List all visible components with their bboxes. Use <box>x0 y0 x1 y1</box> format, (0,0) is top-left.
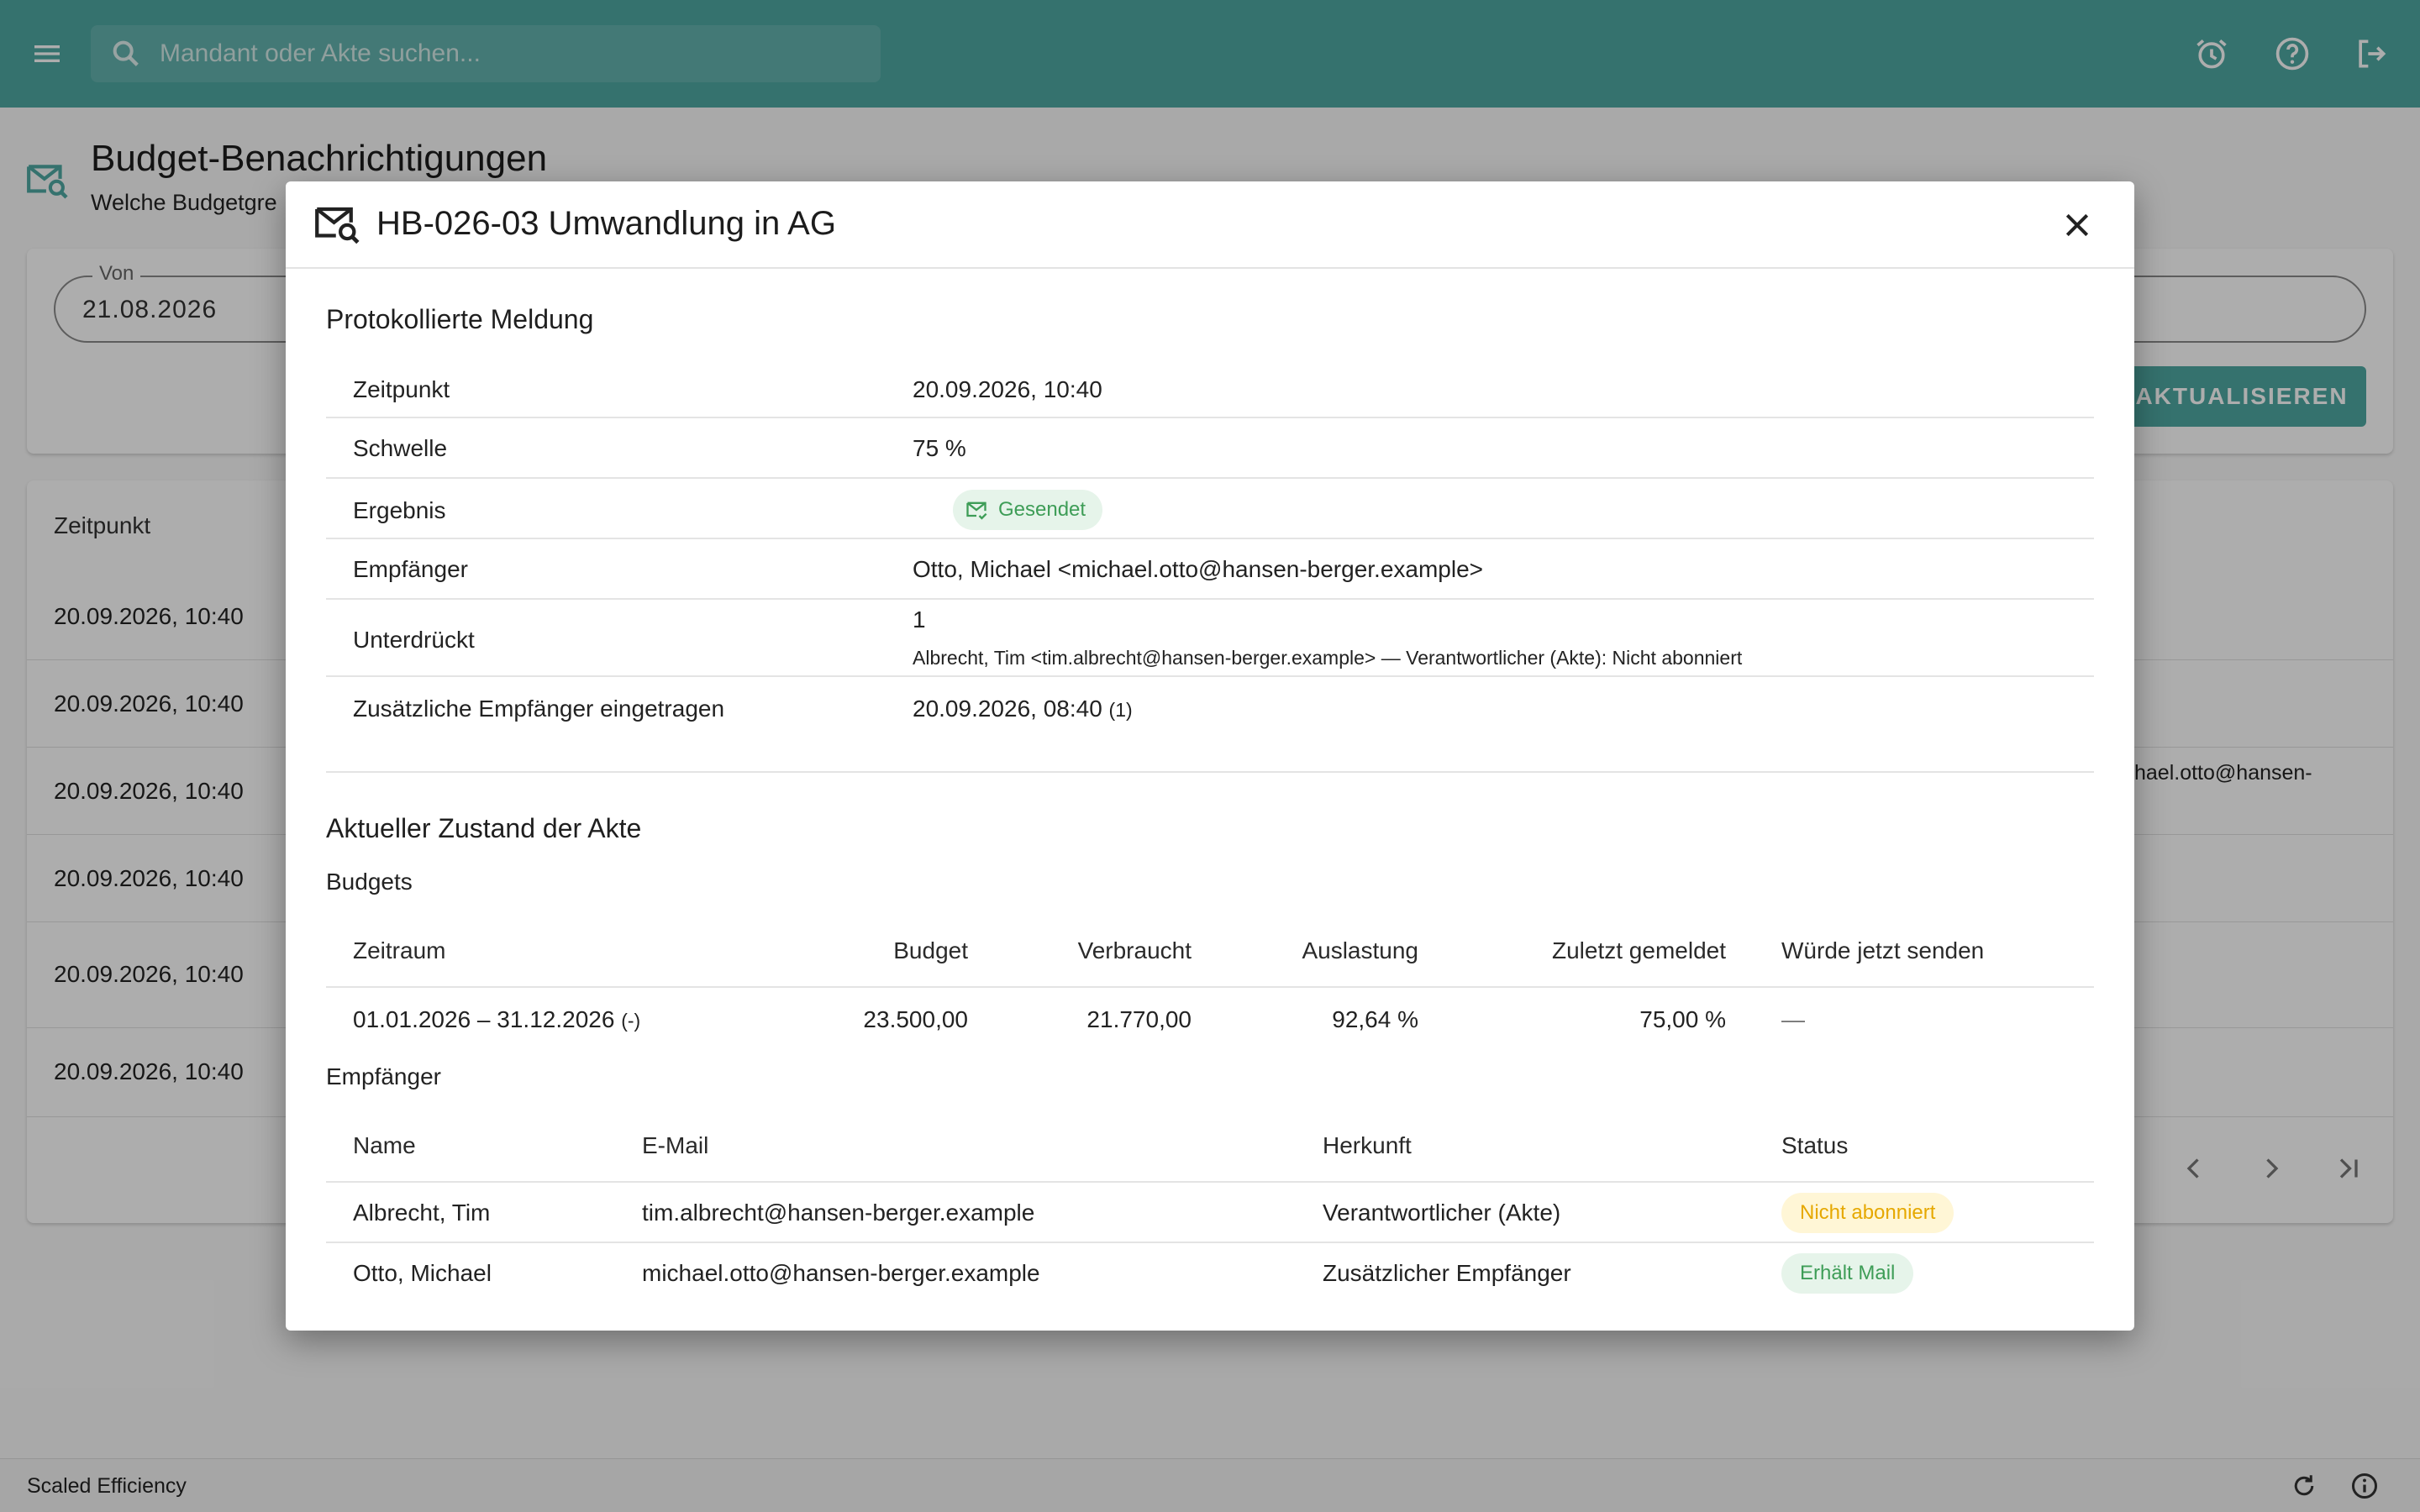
mail-sent-icon <box>966 501 987 520</box>
notification-detail-dialog: HB-026-03 Umwandlung in AG Protokolliert… <box>286 181 2134 1331</box>
kv-key: Ergebnis <box>353 497 446 523</box>
td-name: Albrecht, Tim <box>353 1200 491 1226</box>
budgets-row: 01.01.2026 – 31.12.2026 (-) 23.500,00 21… <box>326 988 2094 1052</box>
close-button[interactable] <box>2055 203 2099 247</box>
kv-row-zeitpunkt: Zeitpunkt 20.09.2026, 10:40 <box>326 360 2094 418</box>
dialog-title: HB-026-03 Umwandlung in AG <box>376 205 836 242</box>
th-email: E-Mail <box>642 1132 709 1158</box>
td-email: tim.albrecht@hansen-berger.example <box>642 1200 1035 1226</box>
th-status: Status <box>1781 1132 1849 1158</box>
budgets-header-row: Zeitraum Budget Verbraucht Auslastung Zu… <box>326 909 2094 988</box>
th-name: Name <box>353 1132 416 1158</box>
kv-key: Unterdrückt <box>353 627 475 653</box>
recipient-row: Otto, Michael michael.otto@hansen-berger… <box>326 1243 2094 1305</box>
th-auslastung: Auslastung <box>1302 937 1418 963</box>
td-verbraucht: 21.770,00 <box>1086 1006 1192 1032</box>
th-verbraucht: Verbraucht <box>1077 937 1192 963</box>
th-wuerde: Würde jetzt senden <box>1781 937 1985 963</box>
kv-row-ergebnis: Ergebnis Gesendet <box>326 479 2094 539</box>
kv-key: Zusätzliche Empfänger eingetragen <box>353 696 725 722</box>
kv-row-empfaenger: Empfänger Otto, Michael <michael.otto@ha… <box>326 539 2094 600</box>
kv-row-unterdrueckt: Unterdrückt 1 Albrecht, Tim <tim.albrech… <box>326 600 2094 677</box>
td-wuerde: — <box>1781 1006 1805 1032</box>
td-herkunft: Verantwortlicher (Akte) <box>1323 1200 1561 1226</box>
recipient-row: Albrecht, Tim tim.albrecht@hansen-berger… <box>326 1183 2094 1243</box>
kv-value: 75 % <box>913 435 966 461</box>
status-badge: Nicht abonniert <box>1781 1193 1954 1233</box>
section-title-logged: Protokollierte Meldung <box>326 304 594 334</box>
kv-key: Schwelle <box>353 435 448 461</box>
recipients-title: Empfänger <box>326 1063 441 1089</box>
kv-row-zusaetzlich: Zusätzliche Empfänger eingetragen 20.09.… <box>326 677 2094 741</box>
td-herkunft: Zusätzlicher Empfänger <box>1323 1260 1571 1286</box>
td-zeitraum-range: 01.01.2026 – 31.12.2026 <box>353 1006 615 1032</box>
status-badge-label: Gesendet <box>998 498 1086 521</box>
mail-search-icon <box>313 202 363 247</box>
kv-key: Empfänger <box>353 556 468 582</box>
td-zeitraum-note: (-) <box>621 1010 641 1032</box>
close-icon <box>2065 213 2089 237</box>
kv-row-schwelle: Schwelle 75 % <box>326 418 2094 479</box>
recipients-header-row: Name E-Mail Herkunft Status <box>326 1104 2094 1183</box>
th-budget: Budget <box>893 937 968 963</box>
kv-value: Otto, Michael <michael.otto@hansen-berge… <box>913 556 1484 582</box>
th-herkunft: Herkunft <box>1323 1132 1412 1158</box>
kv-value-detail: Albrecht, Tim <tim.albrecht@hansen-berge… <box>913 647 1743 669</box>
kv-value: 20.09.2026, 08:40 (1) <box>913 696 1133 722</box>
status-badge: Erhält Mail <box>1781 1253 1914 1294</box>
td-email: michael.otto@hansen-berger.example <box>642 1260 1040 1286</box>
td-budget: 23.500,00 <box>863 1006 968 1032</box>
td-name: Otto, Michael <box>353 1260 492 1286</box>
status-badge-sent: Gesendet <box>953 490 1103 530</box>
th-zeitraum: Zeitraum <box>353 937 446 963</box>
kv-value-count: 1 <box>913 606 926 633</box>
kv-value-date: 20.09.2026, 08:40 <box>913 696 1102 722</box>
section-title-current: Aktueller Zustand der Akte <box>326 813 642 843</box>
th-zuletzt: Zuletzt gemeldet <box>1552 937 1726 963</box>
budgets-title: Budgets <box>326 869 413 895</box>
kv-value-count: (1) <box>1108 699 1133 721</box>
td-zuletzt: 75,00 % <box>1639 1006 1726 1032</box>
dialog-header: HB-026-03 Umwandlung in AG <box>286 181 2134 269</box>
kv-key: Zeitpunkt <box>353 376 450 402</box>
section-divider <box>326 771 2094 773</box>
kv-value: 20.09.2026, 10:40 <box>913 376 1102 402</box>
td-auslastung: 92,64 % <box>1332 1006 1418 1032</box>
td-zeitraum: 01.01.2026 – 31.12.2026 (-) <box>353 1006 640 1033</box>
